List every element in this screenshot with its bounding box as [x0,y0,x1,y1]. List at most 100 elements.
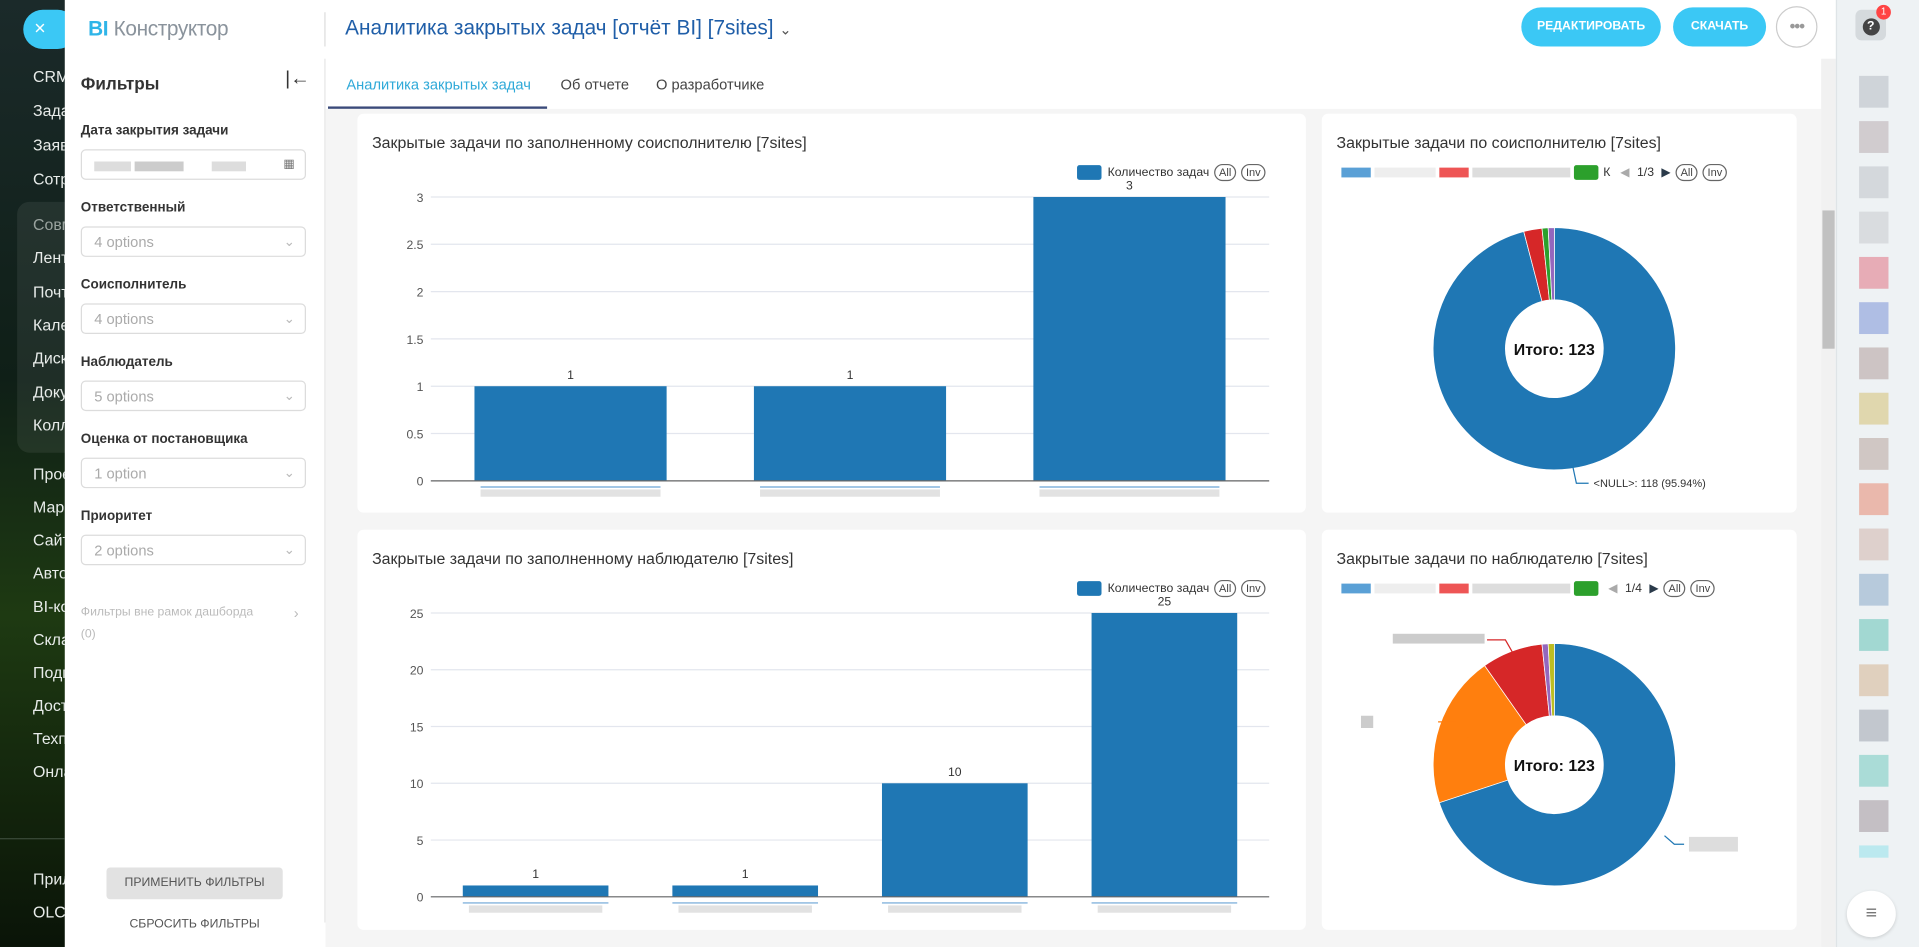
nav-item[interactable]: Склад [33,630,65,648]
nav-item[interactable]: Онлайн [33,762,65,780]
avatar[interactable] [1859,166,1889,199]
chevron-down-icon: ⌄ [283,466,295,481]
nav-item[interactable]: Диск [33,349,65,367]
nav-item[interactable]: Заявки [33,136,65,154]
filter-select[interactable]: 4 options ⌄ [80,303,306,335]
list-icon[interactable]: ≡ [1846,890,1896,938]
filter-value: 4 options [94,233,154,251]
outside-filters-label[interactable]: Фильтры вне рамок дашборда [81,606,253,619]
nav-item[interactable]: Техподдержка [33,729,65,747]
filter-label: Дата закрытия задачи [80,123,229,139]
filter-select[interactable]: 4 options ⌄ [80,226,306,257]
filter-select[interactable]: 1 option ⌄ [80,457,306,489]
donut-chart: Итого: 123 <NULL>: 118 (95.94%) [1432,227,1706,490]
bar[interactable] [1091,612,1238,897]
avatar[interactable] [1859,438,1889,470]
filter-value: 4 options [94,310,154,328]
apply-filters-button[interactable]: ПРИМЕНИТЬ ФИЛЬТРЫ [106,867,283,900]
x-tick-label-redacted [480,489,661,497]
avatar[interactable] [1859,256,1889,289]
bar[interactable] [474,386,667,481]
nav-item[interactable]: Календарь [33,316,65,334]
download-button[interactable]: СКАЧАТЬ [1673,7,1767,47]
calendar-icon[interactable]: ▦ [283,150,295,179]
avatar[interactable] [1859,211,1889,244]
nav-item[interactable]: Достижения [33,696,65,714]
avatar[interactable] [1859,845,1889,858]
bar[interactable] [1033,196,1226,481]
avatar[interactable] [1859,754,1889,787]
x-tick-label-redacted [678,905,812,913]
donut-total: Итого: 123 [1514,342,1595,359]
avatar[interactable] [1859,302,1889,335]
filter-label: Ответственный [80,200,186,216]
bar[interactable] [672,885,819,897]
label-leader [1664,835,1685,845]
avatar[interactable] [1859,573,1889,606]
y-tick-label: 2.5 [406,238,423,252]
edit-button[interactable]: РЕДАКТИРОВАТЬ [1521,7,1661,47]
bar[interactable] [753,386,947,481]
avatar[interactable] [1859,528,1889,561]
scrollbar-thumb[interactable] [1822,210,1835,349]
date-range-input[interactable]: ▦ [80,149,306,180]
y-tick-label: 5 [417,834,424,848]
nav-item[interactable]: Автоматизация [33,564,65,582]
filter-select[interactable]: 5 options ⌄ [80,380,306,412]
avatar[interactable] [1859,664,1889,697]
tab-analytics[interactable]: Аналитика закрытых задач [346,76,531,93]
nav-item[interactable]: Лента [33,249,65,267]
avatar[interactable] [1859,619,1889,651]
nav-item[interactable]: Коллабы [33,416,65,434]
nav-item[interactable]: Маркетинг [33,498,65,516]
avatar[interactable] [1859,392,1889,425]
scrollbar[interactable] [1821,58,1836,947]
nav-item[interactable]: CRM [33,67,65,85]
avatar[interactable] [1859,75,1889,108]
nav-item[interactable]: Подписка [33,663,65,681]
avatar[interactable] [1859,709,1889,742]
nav-item[interactable]: Совместная [33,215,65,233]
donut-chart: Итого: 123 [1360,633,1738,887]
bar-value-label: 1 [742,867,749,881]
nav-item[interactable]: Задачи [33,102,65,120]
chart-card-coexecutor-pie: Закрытые задачи по соисполнителю [7sites… [1321,113,1797,513]
filter-label: Оценка от постановщика [80,431,248,447]
notification-badge: 1 [1876,4,1891,20]
tab-about-developer[interactable]: О разработчике [656,76,764,93]
bar-value-label: 1 [567,368,574,382]
nav-item[interactable]: OLCHAT [33,903,65,921]
filters-panel: BI Конструктор Фильтры |← Дата закрытия … [64,0,325,947]
avatar[interactable] [1859,483,1889,516]
bar-chart: 0 5 10 15 20 25 1 1 10 25 [410,595,1270,913]
bar[interactable] [881,783,1028,897]
bar[interactable] [462,885,609,897]
nav-item[interactable]: Сайты [33,531,65,549]
more-options-button[interactable]: ••• [1775,6,1818,48]
reset-filters-button[interactable]: СБРОСИТЬ ФИЛЬТРЫ [106,918,282,931]
x-tick-label-redacted [1097,905,1232,913]
nav-item[interactable]: Проекты [33,465,65,483]
nav-item[interactable]: Почта [33,282,65,300]
chevron-right-icon[interactable]: › [294,604,299,621]
slice-label-redacted [1360,715,1374,728]
chevron-down-icon[interactable]: ⌄ [779,21,791,38]
collapse-panel-icon[interactable]: |← [285,69,310,91]
chart-card-observer-pie: Закрытые задачи по наблюдателю [7sites] … [1321,529,1797,930]
report-title[interactable]: Аналитика закрытых задач [отчёт BI] [7si… [345,16,792,40]
bar-value-label: 10 [948,765,962,779]
x-tick-label-redacted [760,489,940,497]
filter-label: Приоритет [80,508,153,524]
bar-value-label: 3 [1126,179,1133,193]
nav-item[interactable]: Документы [33,382,65,400]
filter-select[interactable]: 2 options ⌄ [80,534,306,566]
tab-about-report[interactable]: Об отчете [561,76,630,93]
help-glyph: ? [1862,18,1880,36]
avatar[interactable] [1859,800,1889,832]
nav-item[interactable]: Сотрудники [33,170,65,188]
nav-item[interactable]: Приложения [33,870,65,888]
slice-label-redacted [1392,633,1485,644]
avatar[interactable] [1859,347,1889,380]
nav-item[interactable]: BI-конструктор [33,597,65,615]
avatar[interactable] [1859,121,1889,153]
